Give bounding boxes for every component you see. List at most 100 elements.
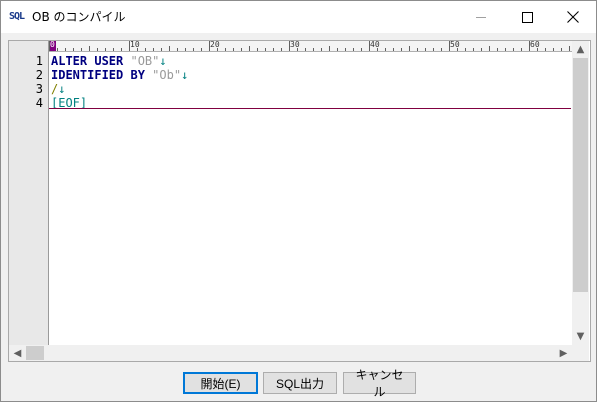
ruler-label: 10 — [130, 41, 140, 49]
ruler-tick — [113, 48, 114, 51]
ruler-tick — [49, 41, 50, 51]
line-number: 2 — [35, 68, 43, 82]
ruler-label: 60 — [530, 41, 540, 49]
code-line: IDENTIFIED BY "Ob"↓ — [51, 68, 188, 82]
ruler-tick — [337, 48, 338, 51]
ruler-tick — [345, 48, 346, 51]
eof-underline — [49, 108, 571, 109]
ruler-tick — [561, 48, 562, 51]
ruler-tick — [505, 48, 506, 51]
ruler-tick — [193, 48, 194, 51]
ruler-tick — [513, 48, 514, 51]
ruler-tick — [425, 48, 426, 51]
ruler-tick — [457, 48, 458, 51]
ruler-tick — [329, 46, 330, 51]
scroll-up-icon[interactable]: ▲ — [572, 41, 589, 58]
ruler-tick — [153, 48, 154, 51]
ruler-tick — [401, 48, 402, 51]
ruler-tick — [273, 48, 274, 51]
ruler-tick — [321, 48, 322, 51]
ruler-tick — [305, 48, 306, 51]
vertical-scrollbar[interactable]: ▲ ▼ — [572, 41, 589, 345]
ruler-tick — [465, 48, 466, 51]
sql-output-button[interactable]: SQL出力 — [263, 372, 337, 394]
ruler-tick — [137, 48, 138, 51]
ruler-label: 20 — [210, 41, 220, 49]
line-number-gutter: 1 2 3 4 — [9, 41, 49, 345]
start-button[interactable]: 開始(E) — [183, 372, 258, 394]
ruler-tick — [129, 41, 130, 51]
scroll-left-icon[interactable]: ◀ — [9, 345, 26, 361]
ruler-tick — [441, 48, 442, 51]
ruler-tick — [473, 48, 474, 51]
sql-app-icon: SQL — [9, 11, 25, 22]
ruler-tick — [257, 48, 258, 51]
ruler-tick — [169, 46, 170, 51]
code-line: /↓ — [51, 82, 65, 96]
close-button[interactable] — [550, 1, 596, 33]
ruler-tick — [537, 48, 538, 51]
ruler-label: 0 — [50, 41, 55, 49]
scroll-down-icon[interactable]: ▼ — [572, 328, 589, 345]
sql-keyword: ALTER USER — [51, 54, 131, 68]
ruler-tick — [105, 48, 106, 51]
ruler-label: 30 — [290, 41, 300, 49]
ruler-tick — [449, 41, 450, 51]
ruler-tick — [73, 48, 74, 51]
cancel-button[interactable]: キャンセル — [343, 368, 416, 399]
ruler-tick — [481, 48, 482, 51]
ruler-tick — [241, 48, 242, 51]
ruler-tick — [313, 48, 314, 51]
scrollbar-corner — [572, 345, 589, 361]
compile-dialog: SQL OB のコンパイル 1 2 3 4 0 10 20 30 40 50 6… — [0, 0, 597, 402]
window-title: OB のコンパイル — [32, 10, 126, 24]
scroll-right-icon[interactable]: ▶ — [555, 345, 572, 361]
ruler-tick — [209, 41, 210, 51]
ruler-tick — [185, 48, 186, 51]
ruler-tick — [529, 41, 530, 51]
ruler-tick — [385, 48, 386, 51]
ruler-label: 40 — [370, 41, 380, 49]
minimize-button[interactable] — [458, 1, 504, 33]
sql-string: "Ob" — [152, 68, 182, 82]
ruler-tick — [89, 46, 90, 51]
ruler-tick — [393, 48, 394, 51]
ruler-tick — [361, 48, 362, 51]
ruler-tick — [81, 48, 82, 51]
ruler-tick — [553, 48, 554, 51]
ruler-tick — [521, 48, 522, 51]
horizontal-scrollbar[interactable]: ◀ ▶ — [9, 345, 572, 361]
sql-keyword: IDENTIFIED BY — [51, 68, 153, 82]
ruler-tick — [353, 48, 354, 51]
line-number: 1 — [35, 54, 43, 68]
newline-marker-icon: ↓ — [159, 54, 167, 68]
newline-marker-icon: ↓ — [58, 82, 66, 96]
minimize-icon — [476, 16, 486, 18]
sql-string: "OB" — [130, 54, 160, 68]
maximize-button[interactable] — [504, 1, 550, 33]
ruler-tick — [497, 48, 498, 51]
column-ruler: 0 10 20 30 40 50 60 — [49, 41, 574, 52]
ruler-tick — [545, 48, 546, 51]
horizontal-scroll-thumb[interactable] — [26, 346, 44, 360]
ruler-tick — [233, 48, 234, 51]
ruler-tick — [281, 48, 282, 51]
line-number: 3 — [35, 82, 43, 96]
ruler-tick — [121, 48, 122, 51]
ruler-tick — [201, 48, 202, 51]
ruler-tick — [377, 48, 378, 51]
code-line: ALTER USER "OB"↓ — [51, 54, 167, 68]
ruler-tick — [97, 48, 98, 51]
close-icon — [567, 11, 579, 23]
line-number: 4 — [35, 96, 43, 110]
maximize-icon — [521, 11, 533, 23]
ruler-tick — [489, 46, 490, 51]
vertical-scroll-thumb[interactable] — [573, 58, 588, 292]
newline-marker-icon: ↓ — [181, 68, 189, 82]
ruler-tick — [161, 48, 162, 51]
ruler-label: 50 — [450, 41, 460, 49]
ruler-tick — [145, 48, 146, 51]
ruler-tick — [297, 48, 298, 51]
title-bar[interactable]: SQL OB のコンパイル — [1, 1, 596, 33]
sql-editor[interactable]: 1 2 3 4 0 10 20 30 40 50 60 ALTER USER "… — [8, 40, 591, 362]
